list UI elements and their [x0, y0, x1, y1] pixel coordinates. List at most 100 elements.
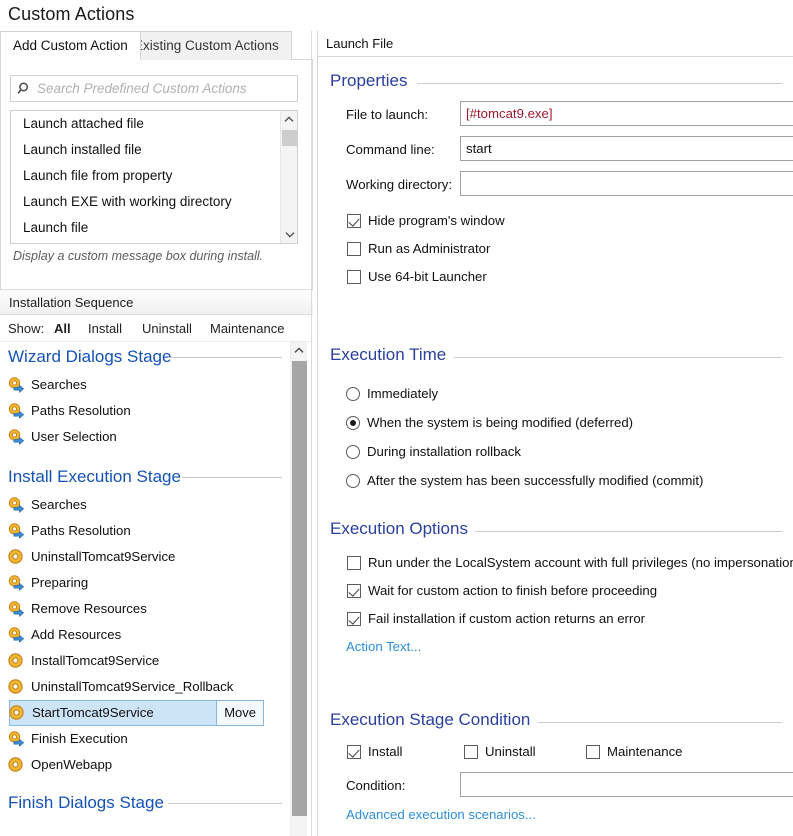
installation-sequence-tree[interactable]: Wizard Dialogs Stage Searches Paths Reso…: [0, 342, 313, 836]
sequence-item-installtomcat9service[interactable]: InstallTomcat9Service: [0, 648, 296, 674]
filter-install[interactable]: Install: [88, 316, 122, 342]
condition-maintenance-checkbox[interactable]: Maintenance: [586, 744, 683, 759]
working-directory-input[interactable]: [460, 171, 793, 196]
predefined-list-scrollbar[interactable]: [280, 111, 297, 243]
command-line-input[interactable]: [460, 136, 793, 161]
sequence-item-starttomcat9service[interactable]: StartTomcat9Service Move: [9, 700, 264, 726]
sequence-item-label: Add Resources: [31, 627, 122, 642]
group-header-execution-stage-condition: Execution Stage Condition: [330, 710, 782, 730]
move-button[interactable]: Move: [216, 700, 264, 726]
checkbox-box: [347, 555, 361, 570]
sequence-item-label: Paths Resolution: [31, 403, 131, 418]
condition-uninstall-checkbox[interactable]: Uninstall: [464, 744, 536, 759]
condition-label: Condition:: [346, 778, 406, 793]
fail-installation-checkbox[interactable]: Fail installation if custom action retur…: [347, 611, 645, 626]
search-icon: [11, 76, 37, 101]
scroll-up-icon[interactable]: [291, 342, 307, 359]
radio-box: [346, 473, 360, 488]
search-box[interactable]: [10, 75, 298, 102]
use-64bit-launcher-checkbox[interactable]: Use 64-bit Launcher: [347, 269, 487, 284]
checkbox-label: Run as Administrator: [368, 241, 491, 256]
group-header-properties: Properties: [330, 71, 782, 91]
condition-input[interactable]: [460, 772, 793, 797]
group-title: Execution Time: [330, 345, 447, 364]
sequence-item-label: OpenWebapp: [31, 757, 113, 772]
filter-uninstall[interactable]: Uninstall: [142, 316, 192, 342]
search-input[interactable]: [37, 77, 297, 100]
checkbox-box: [347, 213, 361, 228]
stage-header-install-execution: Install Execution Stage: [0, 462, 296, 492]
scrollbar-thumb[interactable]: [282, 130, 297, 146]
installation-sequence-header: Installation Sequence: [0, 289, 313, 315]
list-item[interactable]: Launch attached file: [11, 111, 280, 137]
scroll-down-icon[interactable]: [281, 226, 297, 243]
sequence-item-uninstalltomcat9service-rollback[interactable]: UninstallTomcat9Service_Rollback: [0, 674, 296, 700]
list-item[interactable]: Launch file from property: [11, 163, 280, 189]
sequence-item-label: Searches: [31, 497, 87, 512]
sequence-item-uninstalltomcat9service[interactable]: UninstallTomcat9Service: [0, 544, 296, 570]
predefined-actions-list[interactable]: Launch attached file Launch installed fi…: [10, 110, 298, 244]
list-item[interactable]: Launch installed file: [11, 137, 280, 163]
page-title: Custom Actions: [8, 4, 135, 24]
checkbox-box: [586, 744, 600, 759]
right-panel-header: Launch File: [317, 31, 793, 57]
stage-rule: [182, 477, 282, 478]
group-title: Execution Stage Condition: [330, 710, 531, 729]
run-as-administrator-checkbox[interactable]: Run as Administrator: [347, 241, 490, 256]
wait-for-custom-action-checkbox[interactable]: Wait for custom action to finish before …: [347, 583, 657, 598]
execution-time-rollback-radio[interactable]: During installation rollback: [346, 444, 521, 459]
scroll-up-icon[interactable]: [281, 111, 297, 128]
radio-box: [346, 386, 360, 401]
sequence-item-preparing[interactable]: Preparing: [0, 570, 296, 596]
right-panel-body: Properties File to launch: Command line:…: [317, 57, 793, 836]
sequence-item-paths-resolution-wizard[interactable]: Paths Resolution: [0, 398, 296, 424]
list-item[interactable]: Launch EXE with working directory: [11, 189, 280, 215]
checkbox-box: [464, 744, 478, 759]
checkbox-box: [347, 744, 361, 759]
custom-action-icon: [7, 756, 25, 783]
left-panel: Add Custom Action Existing Custom Action…: [0, 31, 313, 836]
radio-label: When the system is being modified (defer…: [367, 415, 634, 430]
file-to-launch-input[interactable]: [460, 101, 793, 126]
checkbox-label: Fail installation if custom action retur…: [368, 611, 646, 626]
tab-add-custom-action[interactable]: Add Custom Action: [0, 31, 141, 60]
checkbox-label: Hide program's window: [368, 213, 505, 228]
filter-all[interactable]: All: [54, 316, 71, 342]
sequence-item-finish-execution[interactable]: Finish Execution: [0, 726, 296, 752]
execution-time-deferred-radio[interactable]: When the system is being modified (defer…: [346, 415, 633, 430]
scrollbar-thumb[interactable]: [292, 361, 307, 816]
advanced-execution-scenarios-link[interactable]: Advanced execution scenarios...: [346, 807, 536, 822]
condition-install-checkbox[interactable]: Install: [347, 744, 402, 759]
action-text-link[interactable]: Action Text...: [346, 639, 421, 654]
checkbox-label: Use 64-bit Launcher: [368, 269, 487, 284]
run-localsystem-checkbox[interactable]: Run under the LocalSystem account with f…: [347, 555, 793, 570]
sequence-item-label: UninstallTomcat9Service_Rollback: [31, 679, 234, 694]
sequence-item-user-selection[interactable]: User Selection: [0, 424, 296, 450]
sequence-item-label: StartTomcat9Service: [32, 705, 154, 720]
execution-time-commit-radio[interactable]: After the system has been successfully m…: [346, 473, 703, 488]
checkbox-box: [347, 269, 361, 284]
sequence-item-label: Paths Resolution: [31, 523, 131, 538]
checkbox-label: Uninstall: [485, 744, 536, 759]
sequence-item-searches-install[interactable]: Searches: [0, 492, 296, 518]
group-title: Properties: [330, 71, 408, 90]
list-item[interactable]: Launch file: [11, 215, 280, 241]
sequence-item-remove-resources[interactable]: Remove Resources: [0, 596, 296, 622]
sequence-item-add-resources[interactable]: Add Resources: [0, 622, 296, 648]
tab-existing-custom-actions[interactable]: Existing Custom Actions: [121, 31, 292, 60]
filter-maintenance[interactable]: Maintenance: [210, 316, 284, 342]
tab-strip: Add Custom Action Existing Custom Action…: [0, 31, 313, 60]
execution-time-immediately-radio[interactable]: Immediately: [346, 386, 438, 401]
checkbox-box: [347, 583, 361, 598]
group-rule: [538, 722, 782, 723]
hide-program-window-checkbox[interactable]: Hide program's window: [347, 213, 505, 228]
predefined-actions-panel: Launch attached file Launch installed fi…: [0, 60, 313, 306]
group-header-execution-time: Execution Time: [330, 345, 782, 365]
custom-actions-window: Custom Actions Add Custom Action Existin…: [0, 0, 793, 836]
sequence-item-searches-wizard[interactable]: Searches: [0, 372, 296, 398]
sequence-scrollbar[interactable]: [290, 342, 307, 836]
checkbox-box: [347, 611, 361, 626]
sequence-item-openwebapp[interactable]: OpenWebapp: [0, 752, 296, 778]
sequence-item-paths-resolution-install[interactable]: Paths Resolution: [0, 518, 296, 544]
sequence-item-label: InstallTomcat9Service: [31, 653, 160, 668]
